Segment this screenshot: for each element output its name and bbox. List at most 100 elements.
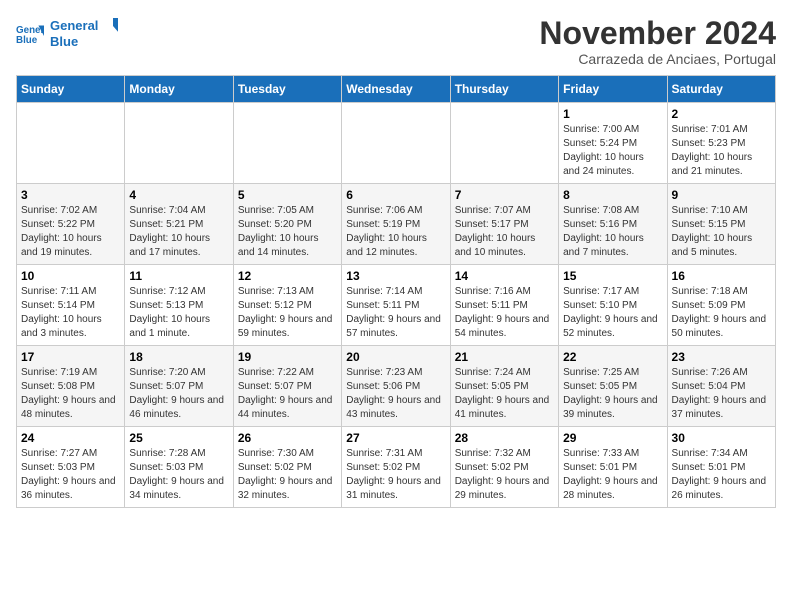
day-info: Sunrise: 7:25 AM Sunset: 5:05 PM Dayligh… — [563, 366, 662, 422]
day-cell: 9 Sunrise: 7:10 AM Sunset: 5:15 PM Daylig… — [667, 184, 775, 265]
day-cell — [342, 103, 450, 184]
weekday-header-row: SundayMondayTuesdayWednesdayThursdayFrid… — [17, 76, 776, 103]
day-info: Sunrise: 7:00 AM Sunset: 5:24 PM Dayligh… — [563, 123, 662, 179]
svg-text:Blue: Blue — [50, 34, 78, 49]
day-cell: 14 Sunrise: 7:16 AM Sunset: 5:11 PM Dayli… — [450, 265, 558, 346]
day-cell: 22 Sunrise: 7:25 AM Sunset: 5:05 PM Dayli… — [559, 346, 667, 427]
location: Carrazeda de Anciaes, Portugal — [539, 51, 776, 67]
day-cell — [17, 103, 125, 184]
logo-icon: General Blue — [16, 22, 44, 50]
page-header: General Blue General Blue November 2024 … — [16, 16, 776, 67]
day-number: 19 — [238, 350, 337, 364]
day-info: Sunrise: 7:04 AM Sunset: 5:21 PM Dayligh… — [129, 204, 228, 260]
day-number: 7 — [455, 188, 554, 202]
day-info: Sunrise: 7:08 AM Sunset: 5:16 PM Dayligh… — [563, 204, 662, 260]
title-block: November 2024 Carrazeda de Anciaes, Port… — [539, 16, 776, 67]
day-number: 2 — [672, 107, 771, 121]
day-cell: 7 Sunrise: 7:07 AM Sunset: 5:17 PM Daylig… — [450, 184, 558, 265]
day-cell: 6Sunrise: 7:06 AM Sunset: 5:19 PM Daylig… — [342, 184, 450, 265]
day-info: Sunrise: 7:23 AM Sunset: 5:06 PM Dayligh… — [346, 366, 445, 422]
day-cell: 11Sunrise: 7:12 AM Sunset: 5:13 PM Dayli… — [125, 265, 233, 346]
day-info: Sunrise: 7:02 AM Sunset: 5:22 PM Dayligh… — [21, 204, 120, 260]
weekday-header-saturday: Saturday — [667, 76, 775, 103]
day-cell: 3 Sunrise: 7:02 AM Sunset: 5:22 PM Daylig… — [17, 184, 125, 265]
day-number: 25 — [129, 431, 228, 445]
day-number: 28 — [455, 431, 554, 445]
weekday-header-sunday: Sunday — [17, 76, 125, 103]
day-number: 30 — [672, 431, 771, 445]
day-cell: 16 Sunrise: 7:18 AM Sunset: 5:09 PM Dayli… — [667, 265, 775, 346]
day-info: Sunrise: 7:16 AM Sunset: 5:11 PM Dayligh… — [455, 285, 554, 341]
weekday-header-tuesday: Tuesday — [233, 76, 341, 103]
day-number: 16 — [672, 269, 771, 283]
weekday-header-monday: Monday — [125, 76, 233, 103]
week-row-4: 17 Sunrise: 7:19 AM Sunset: 5:08 PM Dayli… — [17, 346, 776, 427]
day-info: Sunrise: 7:34 AM Sunset: 5:01 PM Dayligh… — [672, 447, 771, 503]
day-info: Sunrise: 7:26 AM Sunset: 5:04 PM Dayligh… — [672, 366, 771, 422]
svg-text:Blue: Blue — [16, 35, 38, 46]
day-info: Sunrise: 7:18 AM Sunset: 5:09 PM Dayligh… — [672, 285, 771, 341]
month-title: November 2024 — [539, 16, 776, 51]
day-cell: 5Sunrise: 7:05 AM Sunset: 5:20 PM Daylig… — [233, 184, 341, 265]
day-info: Sunrise: 7:24 AM Sunset: 5:05 PM Dayligh… — [455, 366, 554, 422]
day-info: Sunrise: 7:14 AM Sunset: 5:11 PM Dayligh… — [346, 285, 445, 341]
day-info: Sunrise: 7:31 AM Sunset: 5:02 PM Dayligh… — [346, 447, 445, 503]
day-number: 6 — [346, 188, 445, 202]
day-cell: 28 Sunrise: 7:32 AM Sunset: 5:02 PM Dayli… — [450, 427, 558, 508]
day-number: 21 — [455, 350, 554, 364]
day-cell: 27 Sunrise: 7:31 AM Sunset: 5:02 PM Dayli… — [342, 427, 450, 508]
day-number: 27 — [346, 431, 445, 445]
week-row-5: 24Sunrise: 7:27 AM Sunset: 5:03 PM Dayli… — [17, 427, 776, 508]
day-info: Sunrise: 7:07 AM Sunset: 5:17 PM Dayligh… — [455, 204, 554, 260]
day-info: Sunrise: 7:22 AM Sunset: 5:07 PM Dayligh… — [238, 366, 337, 422]
day-number: 29 — [563, 431, 662, 445]
day-number: 17 — [21, 350, 120, 364]
weekday-header-friday: Friday — [559, 76, 667, 103]
day-info: Sunrise: 7:05 AM Sunset: 5:20 PM Dayligh… — [238, 204, 337, 260]
day-info: Sunrise: 7:27 AM Sunset: 5:03 PM Dayligh… — [21, 447, 120, 503]
week-row-1: 1 Sunrise: 7:00 AM Sunset: 5:24 PM Daylig… — [17, 103, 776, 184]
day-cell: 15Sunrise: 7:17 AM Sunset: 5:10 PM Dayli… — [559, 265, 667, 346]
day-number: 18 — [129, 350, 228, 364]
day-number: 23 — [672, 350, 771, 364]
day-cell: 30 Sunrise: 7:34 AM Sunset: 5:01 PM Dayli… — [667, 427, 775, 508]
day-info: Sunrise: 7:11 AM Sunset: 5:14 PM Dayligh… — [21, 285, 120, 341]
day-cell: 19 Sunrise: 7:22 AM Sunset: 5:07 PM Dayli… — [233, 346, 341, 427]
day-number: 11 — [129, 269, 228, 283]
day-cell: 10 Sunrise: 7:11 AM Sunset: 5:14 PM Dayli… — [17, 265, 125, 346]
day-number: 22 — [563, 350, 662, 364]
day-cell: 23 Sunrise: 7:26 AM Sunset: 5:04 PM Dayli… — [667, 346, 775, 427]
weekday-header-thursday: Thursday — [450, 76, 558, 103]
day-cell: 29 Sunrise: 7:33 AM Sunset: 5:01 PM Dayli… — [559, 427, 667, 508]
day-cell — [450, 103, 558, 184]
day-cell: 25Sunrise: 7:28 AM Sunset: 5:03 PM Dayli… — [125, 427, 233, 508]
week-row-3: 10 Sunrise: 7:11 AM Sunset: 5:14 PM Dayli… — [17, 265, 776, 346]
calendar-table: SundayMondayTuesdayWednesdayThursdayFrid… — [16, 75, 776, 508]
day-number: 20 — [346, 350, 445, 364]
day-info: Sunrise: 7:20 AM Sunset: 5:07 PM Dayligh… — [129, 366, 228, 422]
logo-svg: General Blue — [48, 16, 118, 52]
logo: General Blue General Blue — [16, 16, 118, 56]
day-cell: 12Sunrise: 7:13 AM Sunset: 5:12 PM Dayli… — [233, 265, 341, 346]
day-number: 13 — [346, 269, 445, 283]
day-info: Sunrise: 7:32 AM Sunset: 5:02 PM Dayligh… — [455, 447, 554, 503]
day-number: 3 — [21, 188, 120, 202]
day-number: 4 — [129, 188, 228, 202]
day-cell: 21 Sunrise: 7:24 AM Sunset: 5:05 PM Dayli… — [450, 346, 558, 427]
day-info: Sunrise: 7:10 AM Sunset: 5:15 PM Dayligh… — [672, 204, 771, 260]
day-number: 14 — [455, 269, 554, 283]
day-number: 9 — [672, 188, 771, 202]
day-info: Sunrise: 7:01 AM Sunset: 5:23 PM Dayligh… — [672, 123, 771, 179]
day-cell: 8Sunrise: 7:08 AM Sunset: 5:16 PM Daylig… — [559, 184, 667, 265]
day-cell — [233, 103, 341, 184]
day-number: 26 — [238, 431, 337, 445]
weekday-header-wednesday: Wednesday — [342, 76, 450, 103]
day-number: 15 — [563, 269, 662, 283]
day-number: 1 — [563, 107, 662, 121]
day-info: Sunrise: 7:33 AM Sunset: 5:01 PM Dayligh… — [563, 447, 662, 503]
day-info: Sunrise: 7:19 AM Sunset: 5:08 PM Dayligh… — [21, 366, 120, 422]
day-info: Sunrise: 7:30 AM Sunset: 5:02 PM Dayligh… — [238, 447, 337, 503]
day-info: Sunrise: 7:13 AM Sunset: 5:12 PM Dayligh… — [238, 285, 337, 341]
day-cell: 24Sunrise: 7:27 AM Sunset: 5:03 PM Dayli… — [17, 427, 125, 508]
day-number: 10 — [21, 269, 120, 283]
